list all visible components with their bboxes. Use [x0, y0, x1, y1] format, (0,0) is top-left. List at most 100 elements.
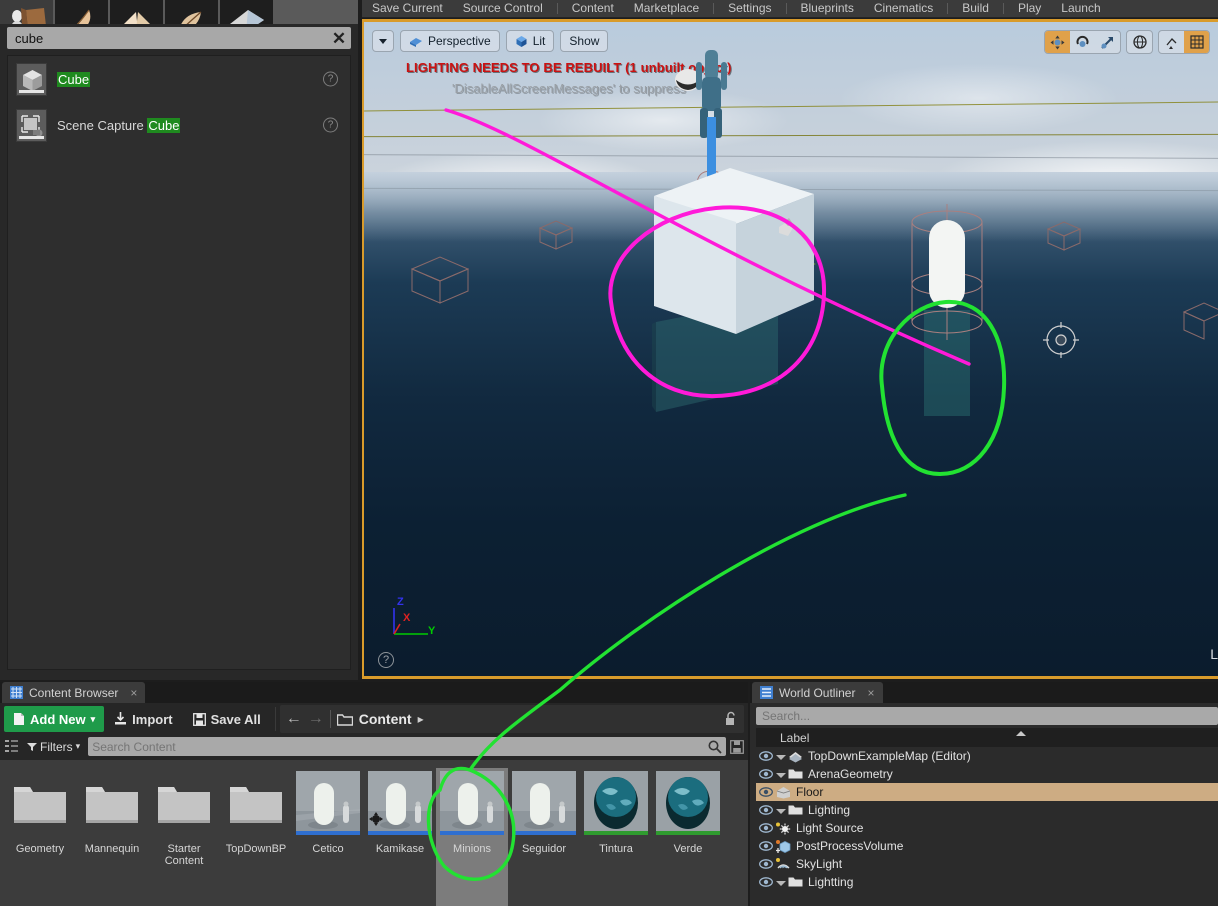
visibility-eye-icon[interactable] [756, 751, 776, 761]
close-icon[interactable]: × [130, 686, 137, 700]
lights-tab[interactable] [110, 0, 163, 24]
content-browser-filter-bar[interactable]: Filters ▾ [0, 735, 748, 758]
expand-arrow-icon[interactable] [776, 880, 786, 886]
asset-tile-material[interactable]: Verde [652, 768, 724, 906]
visibility-eye-icon[interactable] [756, 841, 776, 851]
help-icon[interactable]: ? [323, 117, 338, 133]
show-menu-button[interactable]: Show [560, 30, 609, 52]
place-actors-item-cube[interactable]: Cube ? [8, 56, 350, 102]
place-actors-item-scene-capture-cube[interactable]: Scene Capture Cube ? [8, 102, 350, 148]
place-actors-category-tabs[interactable] [0, 0, 358, 24]
visibility-eye-icon[interactable] [756, 805, 776, 815]
save-search-icon[interactable] [730, 739, 744, 754]
content-browser-asset-grid[interactable]: Geometry Mannequin Starter Content TopDo… [0, 760, 748, 906]
top-menu-bar[interactable]: Save Current Source Control Content Mark… [362, 0, 1218, 18]
asset-tile-folder[interactable]: Starter Content [148, 768, 220, 906]
transform-mode-group[interactable] [1044, 30, 1121, 54]
surface-snap-button[interactable] [1159, 31, 1184, 53]
visibility-eye-icon[interactable] [756, 823, 776, 833]
view-mode-perspective-button[interactable]: Perspective [400, 30, 500, 52]
visual-effects-tab[interactable] [165, 0, 218, 24]
axis-label-y: Y [428, 625, 436, 637]
import-button[interactable]: Import [104, 706, 182, 732]
coordinate-system-group[interactable] [1126, 30, 1153, 54]
outliner-row-lightting[interactable]: Lightting [756, 873, 1218, 891]
lighting-mode-lit-button[interactable]: Lit [505, 30, 555, 52]
save-all-button[interactable]: Save All [183, 706, 271, 732]
asset-tile-blueprint-selected[interactable]: Minions [436, 768, 508, 906]
content-search-box[interactable] [88, 737, 726, 756]
world-coordinate-button[interactable] [1127, 31, 1152, 53]
back-button[interactable]: ← [286, 710, 302, 728]
menu-item-cinematics[interactable]: Cinematics [864, 2, 943, 17]
scale-mode-button[interactable] [1095, 31, 1120, 53]
search-match-highlight: Cube [57, 71, 91, 87]
viewport-render-area[interactable]: LIGHTING NEEDS TO BE REBUILT (1 unbuilt … [364, 22, 1218, 676]
translate-mode-button[interactable] [1045, 31, 1070, 53]
menu-item-play[interactable]: Play [1008, 2, 1051, 17]
place-actors-search-row[interactable]: ✕ [7, 27, 351, 49]
viewport-toolbar[interactable]: Perspective Lit Show [372, 30, 609, 52]
recently-placed-tab[interactable] [0, 0, 53, 24]
visibility-eye-icon[interactable] [756, 877, 776, 887]
level-viewport[interactable]: LIGHTING NEEDS TO BE REBUILT (1 unbuilt … [362, 19, 1218, 679]
outliner-row-light-source[interactable]: Light Source [756, 819, 1218, 837]
content-browser-toolbar[interactable]: Add New ▾ Import Save All ← → Content ▸ [0, 703, 748, 735]
snap-settings-group[interactable] [1158, 30, 1210, 54]
search-icon[interactable] [708, 740, 722, 754]
tab-world-outliner[interactable]: World Outliner × [752, 682, 883, 703]
asset-tile-blueprint[interactable]: Cetico [292, 768, 364, 906]
menu-item-settings[interactable]: Settings [718, 2, 781, 17]
sources-panel-icon[interactable] [4, 739, 19, 754]
menu-item-blueprints[interactable]: Blueprints [791, 2, 864, 17]
asset-tile-blueprint[interactable]: Kamikase [364, 768, 436, 906]
close-icon[interactable]: × [867, 686, 874, 700]
expand-arrow-icon[interactable] [776, 754, 786, 760]
expand-arrow-icon[interactable] [776, 808, 786, 814]
world-outliner-search-box[interactable] [756, 707, 1218, 725]
outliner-row-lighting[interactable]: Lighting [756, 801, 1218, 819]
menu-item-content[interactable]: Content [562, 2, 624, 17]
outliner-row-postprocessvolume[interactable]: PostProcessVolume [756, 837, 1218, 855]
tab-content-browser[interactable]: Content Browser × [2, 682, 146, 703]
filters-button[interactable]: Filters ▾ [23, 740, 84, 754]
forward-button[interactable]: → [308, 710, 324, 728]
visibility-eye-icon[interactable] [756, 787, 776, 797]
menu-item-marketplace[interactable]: Marketplace [624, 2, 709, 17]
content-browser-path-bar[interactable]: ← → Content ▸ [279, 705, 744, 733]
breadcrumb-content[interactable]: Content [359, 711, 412, 727]
menu-item-source-control[interactable]: Source Control [453, 2, 553, 17]
geometry-tab[interactable] [220, 0, 273, 24]
asset-tile-blueprint[interactable]: Seguidor [508, 768, 580, 906]
menu-item-save-current[interactable]: Save Current [362, 2, 453, 17]
clear-search-icon[interactable]: ✕ [327, 27, 351, 49]
world-outliner-search-input[interactable] [762, 709, 1212, 723]
place-actors-search-input[interactable] [7, 30, 327, 46]
outliner-row-topdownexamplemap[interactable]: TopDownExampleMap (Editor) [756, 747, 1218, 765]
lock-open-icon[interactable] [724, 711, 738, 727]
menu-item-launch[interactable]: Launch [1051, 2, 1110, 17]
help-icon[interactable]: ? [323, 71, 338, 87]
grid-snap-button[interactable] [1184, 31, 1209, 53]
asset-tile-folder[interactable]: Geometry [4, 768, 76, 906]
viewport-transform-toolbar[interactable] [1044, 30, 1210, 54]
content-search-input[interactable] [92, 739, 708, 754]
basic-tab[interactable] [55, 0, 108, 24]
asset-tile-folder[interactable]: Mannequin [76, 768, 148, 906]
breadcrumb-chevron-icon[interactable]: ▸ [418, 712, 424, 726]
visibility-eye-icon[interactable] [756, 859, 776, 869]
add-new-button[interactable]: Add New ▾ [4, 706, 105, 732]
viewport-options-button[interactable] [372, 30, 394, 52]
rotate-mode-button[interactable] [1070, 31, 1095, 53]
world-outliner-rows[interactable]: TopDownExampleMap (Editor) ArenaGeometry… [756, 747, 1218, 906]
asset-tile-folder[interactable]: TopDownBP [220, 768, 292, 906]
outliner-row-arenageometry[interactable]: ArenaGeometry [756, 765, 1218, 783]
expand-arrow-icon[interactable] [776, 772, 786, 778]
visibility-eye-icon[interactable] [756, 769, 776, 779]
outliner-row-floor[interactable]: Floor [756, 783, 1218, 801]
world-outliner-column-header[interactable]: Label [756, 728, 1218, 747]
outliner-row-skylight[interactable]: SkyLight [756, 855, 1218, 873]
viewport-help-icon[interactable]: ? [378, 652, 394, 668]
menu-item-build[interactable]: Build [952, 2, 999, 17]
asset-tile-material[interactable]: Tintura [580, 768, 652, 906]
